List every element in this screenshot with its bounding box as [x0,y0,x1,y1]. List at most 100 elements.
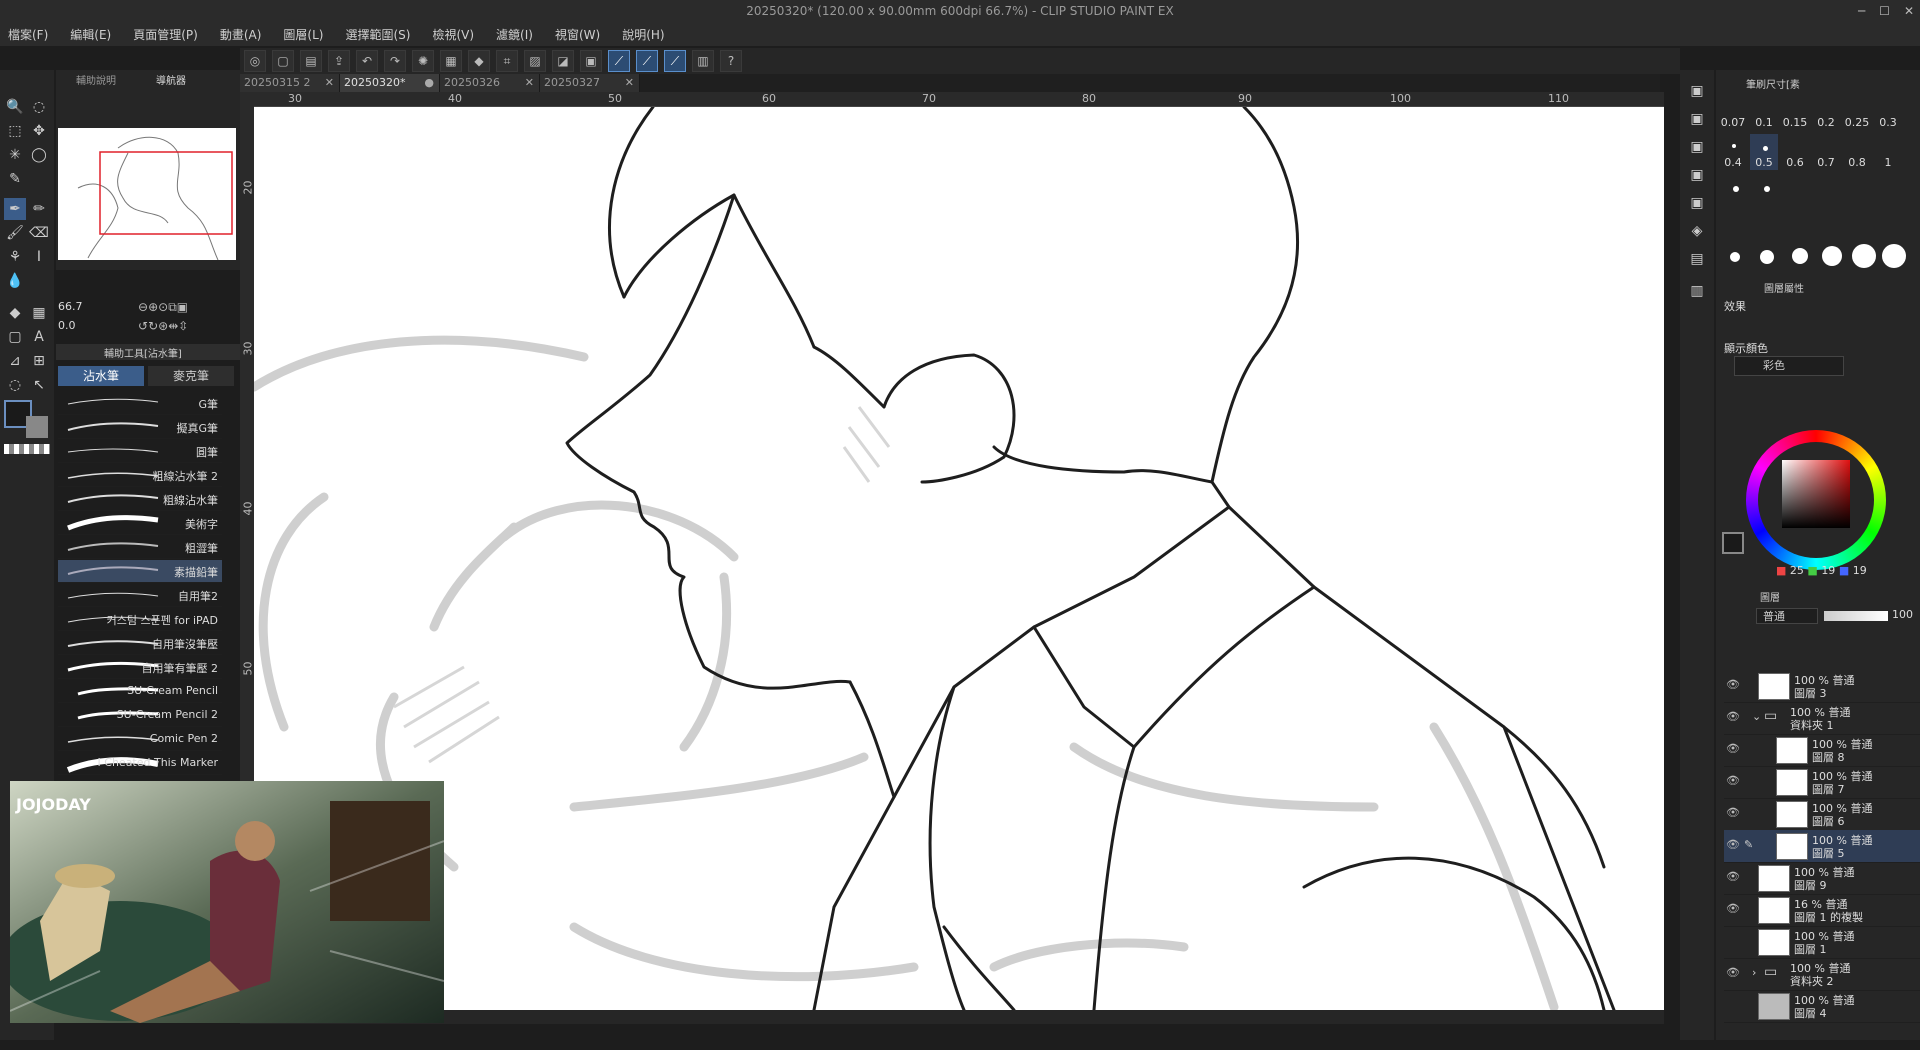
display-color-select[interactable]: 彩色 [1734,356,1844,376]
maximize-icon[interactable]: ☐ [1879,0,1890,22]
flip-vertical-icon[interactable]: ⇳ [178,319,188,333]
select-tool-icon[interactable]: ◌ [28,96,50,118]
rotation-value[interactable]: 0.0 [58,319,128,333]
material-icon[interactable]: ▣ [1686,136,1708,158]
eyedropper-icon[interactable]: ✎ [4,168,26,190]
eye-icon[interactable]: 👁 [1726,774,1740,787]
eye-icon[interactable]: 👁 [1726,710,1740,723]
opacity-value[interactable]: 100 [1892,608,1913,621]
eye-icon[interactable]: 👁 [1726,966,1740,979]
correct-line-icon[interactable]: ↖ [28,374,50,396]
snap-off-icon[interactable]: ▣ [580,50,602,72]
rotate-left-icon[interactable]: ↺ [138,319,148,333]
layer-row[interactable]: 100 % 普通 圖層 1 [1724,926,1920,959]
balloon-icon[interactable]: ◌ [4,374,26,396]
brush-size-dot[interactable] [1882,244,1906,268]
close-tab-icon[interactable]: ✕ [325,74,334,92]
minimize-icon[interactable]: ─ [1858,0,1865,22]
frame-icon[interactable]: ⊿ [4,350,26,372]
eye-icon[interactable]: 👁 [1726,742,1740,755]
fit-window-icon[interactable]: ▣ [177,300,188,314]
tab-20250326[interactable]: 20250326 ✕ [440,74,540,92]
sub-color-swatch[interactable] [26,416,48,438]
material-icon[interactable]: ▣ [1686,108,1708,130]
clip-studio-icon[interactable]: ◎ [244,50,266,72]
brush-item[interactable]: SU-Cream Pencil [58,680,222,703]
brush-size-dot[interactable] [1792,248,1808,264]
brush-item[interactable]: 自用筆有筆壓 2 [58,656,222,679]
pages-icon[interactable]: ▥ [692,50,714,72]
eye-icon[interactable]: 👁 [1726,870,1740,883]
menu-filter[interactable]: 濾鏡(I) [496,26,533,43]
eye-icon[interactable]: 👁 [1726,902,1740,915]
brush-size-label[interactable]: 0.25 [1842,116,1872,129]
brush-item[interactable]: SU-Cream Pencil 2 [58,704,222,727]
layer-row[interactable]: 👁 16 % 普通 圖層 1 的複製 [1724,894,1920,927]
ruler-icon[interactable]: ◪ [552,50,574,72]
menu-animation[interactable]: 動畫(A) [220,26,262,43]
folder-row[interactable]: 👁 ⌄ ▭ 100 % 普通 資料夾 1 [1724,702,1920,735]
decoration-icon[interactable]: ⚘ [4,246,26,268]
fit-icon[interactable]: ⊙ [158,300,168,314]
zoom-tool-icon[interactable]: 🔍 [4,96,26,118]
pen-tool-icon[interactable]: ✒ [4,198,26,220]
brush-size-dot[interactable] [1730,252,1740,262]
brush-size-label[interactable]: 0.3 [1873,116,1903,129]
material-icon[interactable]: ▣ [1686,164,1708,186]
brush-size-dot[interactable] [1764,186,1770,192]
layer-row[interactable]: 👁 100 % 普通 圖層 3 [1724,670,1920,703]
history-icon[interactable]: ▤ [1686,248,1708,270]
zoom-value[interactable]: 66.7 [58,300,128,314]
eye-icon[interactable]: 👁 [1726,838,1740,851]
move-tool-icon[interactable]: ✥ [28,120,50,142]
brush-size-label[interactable]: 0.5 [1749,156,1779,169]
folder-collapse-icon[interactable]: › [1752,966,1756,979]
transparent-color-swatch[interactable] [4,444,50,454]
brush-size-label[interactable]: 0.15 [1780,116,1810,129]
ruler-tool-icon[interactable]: ⊞ [28,350,50,372]
tab-marker[interactable]: 麥克筆 [148,366,234,386]
layer-row[interactable]: 👁 100 % 普通 圖層 7 [1724,766,1920,799]
brush-size-dot[interactable] [1760,250,1774,264]
lasso-icon[interactable]: ◯ [28,144,50,166]
brush-size-label[interactable]: 0.7 [1811,156,1841,169]
blend-mode-select[interactable]: 普通 [1756,608,1818,624]
brush-size-dot[interactable] [1763,146,1768,151]
export-icon[interactable]: ⇪ [328,50,350,72]
grid-icon[interactable]: ▨ [524,50,546,72]
drawing-canvas[interactable] [254,107,1664,1010]
text-tool-icon[interactable]: A [28,326,50,348]
material-icon[interactable]: ▣ [1686,192,1708,214]
menu-help[interactable]: 說明(H) [622,26,664,43]
main-color-swatch[interactable] [1722,532,1744,554]
modified-dot-icon[interactable]: ● [424,74,434,92]
brush-item[interactable]: 粗線沾水筆 [58,488,222,511]
object-tool-icon[interactable]: ⬚ [4,120,26,142]
snap-grid-icon[interactable]: ⟋ [664,50,686,72]
brush-item[interactable]: 커스텀 스푼펜 for iPAD [58,608,222,631]
layer-row[interactable]: 👁 100 % 普通 圖層 6 [1724,798,1920,831]
brush-item[interactable]: 圓筆 [58,440,222,463]
layer-row[interactable]: 100 % 普通 圖層 4 [1724,990,1920,1023]
brush-size-label[interactable]: 0.4 [1718,156,1748,169]
pencil-tool-icon[interactable]: ✏ [28,198,50,220]
transform-icon[interactable]: ⌗ [496,50,518,72]
menu-file[interactable]: 檔案(F) [8,26,48,43]
layer-property-icon[interactable]: ◈ [1686,220,1708,242]
video-overlay[interactable]: JOJODAY [10,781,444,1023]
fill-icon[interactable]: ◆ [468,50,490,72]
layer-row-selected[interactable]: 👁 ✎ 100 % 普通 圖層 5 [1724,830,1920,863]
brush-size-dot[interactable] [1822,246,1842,266]
brush-size-dot[interactable] [1852,244,1876,268]
brush-size-label[interactable]: 0.07 [1718,116,1748,129]
brush-item[interactable]: 粗澀筆 [58,536,222,559]
blend-icon[interactable]: Ⅰ [28,246,50,268]
help-icon[interactable]: ? [720,50,742,72]
brush-size-label[interactable]: 0.8 [1842,156,1872,169]
close-icon[interactable]: ✕ [1904,0,1914,22]
brush-item[interactable]: Comic Pen 2 [58,728,222,751]
menu-view[interactable]: 檢視(V) [432,26,474,43]
material-icon[interactable]: ▣ [1686,80,1708,102]
saturation-square[interactable] [1782,460,1850,528]
zoom-out-icon[interactable]: ⊖ [138,300,148,314]
